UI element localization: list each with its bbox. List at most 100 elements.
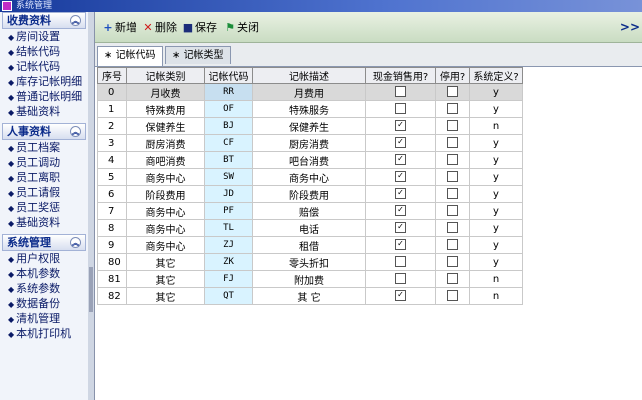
cash-sale-checkbox[interactable]: [395, 273, 406, 285]
cash-sale-checkbox[interactable]: ✓: [395, 222, 406, 234]
code-cell[interactable]: FJ: [204, 270, 253, 288]
disabled-checkbox[interactable]: [447, 120, 458, 132]
code-cell[interactable]: PF: [204, 202, 253, 220]
category-cell[interactable]: 商务中心: [126, 236, 205, 254]
table-row[interactable]: 0 月收费 RR 月费用 y: [97, 83, 523, 101]
sidebar-section-header[interactable]: 人事资料 ︽: [2, 123, 86, 140]
sidebar-item-data-backup[interactable]: ◆ 数据备份: [0, 296, 88, 311]
disabled-cell[interactable]: [435, 117, 470, 135]
cash-sale-cell[interactable]: [365, 83, 436, 101]
disabled-cell[interactable]: [435, 236, 470, 254]
cash-sale-checkbox[interactable]: ✓: [395, 154, 406, 166]
description-cell[interactable]: 电话: [252, 219, 366, 237]
sidebar-item-base-data[interactable]: ◆ 基础资料: [0, 104, 88, 119]
code-cell[interactable]: SW: [204, 168, 253, 186]
row-index-cell[interactable]: 1: [97, 100, 127, 118]
cash-sale-checkbox[interactable]: ✓: [395, 137, 406, 149]
sidebar-section-header[interactable]: 收费资料 ︽: [2, 12, 86, 29]
description-cell[interactable]: 附加费: [252, 270, 366, 288]
cash-sale-checkbox[interactable]: ✓: [395, 120, 406, 132]
collapse-chevron-icon[interactable]: ︽: [70, 126, 81, 137]
row-index-cell[interactable]: 6: [97, 185, 127, 203]
table-row[interactable]: 7 商务中心 PF 赔偿 ✓ y: [97, 202, 523, 220]
disabled-checkbox[interactable]: [447, 290, 458, 302]
tab-posting-types[interactable]: ∗ 记帐类型: [165, 46, 231, 64]
sidebar-item-user-permissions[interactable]: ◆ 用户权限: [0, 251, 88, 266]
table-row[interactable]: 3 厨房消费 CF 厨房消费 ✓ y: [97, 134, 523, 152]
disabled-cell[interactable]: [435, 202, 470, 220]
disabled-checkbox[interactable]: [447, 222, 458, 234]
cash-sale-cell[interactable]: ✓: [365, 151, 436, 169]
column-header[interactable]: 记帐代码: [204, 67, 253, 84]
row-index-cell[interactable]: 5: [97, 168, 127, 186]
sidebar-splitter[interactable]: [88, 12, 95, 400]
description-cell[interactable]: 零头折扣: [252, 253, 366, 271]
system-defined-cell[interactable]: y: [469, 168, 523, 186]
table-row[interactable]: 2 保健养生 BJ 保健养生 ✓ n: [97, 117, 523, 135]
disabled-cell[interactable]: [435, 270, 470, 288]
row-index-cell[interactable]: 9: [97, 236, 127, 254]
code-cell[interactable]: ZJ: [204, 236, 253, 254]
collapse-chevron-icon[interactable]: ︽: [70, 15, 81, 26]
row-index-cell[interactable]: 81: [97, 270, 127, 288]
column-header[interactable]: 序号: [97, 67, 127, 84]
tab-posting-codes[interactable]: ∗ 记帐代码: [97, 46, 163, 66]
disabled-checkbox[interactable]: [447, 256, 458, 268]
disabled-cell[interactable]: [435, 253, 470, 271]
category-cell[interactable]: 月收费: [126, 83, 205, 101]
system-defined-cell[interactable]: y: [469, 202, 523, 220]
description-cell[interactable]: 吧台消费: [252, 151, 366, 169]
description-cell[interactable]: 其 它: [252, 287, 366, 305]
cash-sale-cell[interactable]: ✓: [365, 287, 436, 305]
row-index-cell[interactable]: 3: [97, 134, 127, 152]
cash-sale-cell[interactable]: ✓: [365, 202, 436, 220]
system-defined-cell[interactable]: y: [469, 219, 523, 237]
cash-sale-checkbox[interactable]: ✓: [395, 239, 406, 251]
table-row[interactable]: 9 商务中心 ZJ 租借 ✓ y: [97, 236, 523, 254]
sidebar-item-general-posting-detail[interactable]: ◆ 普通记帐明细: [0, 89, 88, 104]
collapse-chevron-icon[interactable]: ︽: [70, 237, 81, 248]
cash-sale-cell[interactable]: ✓: [365, 134, 436, 152]
description-cell[interactable]: 商务中心: [252, 168, 366, 186]
sidebar-item-clearing-mgmt[interactable]: ◆ 清机管理: [0, 311, 88, 326]
description-cell[interactable]: 保健养生: [252, 117, 366, 135]
description-cell[interactable]: 特殊服务: [252, 100, 366, 118]
toolbar-overflow-chevron-icon[interactable]: >>: [620, 20, 640, 34]
disabled-checkbox[interactable]: [447, 154, 458, 166]
column-header[interactable]: 停用?: [435, 67, 470, 84]
cash-sale-checkbox[interactable]: ✓: [395, 171, 406, 183]
disabled-checkbox[interactable]: [447, 273, 458, 285]
description-cell[interactable]: 厨房消费: [252, 134, 366, 152]
disabled-checkbox[interactable]: [447, 137, 458, 149]
disabled-checkbox[interactable]: [447, 239, 458, 251]
system-defined-cell[interactable]: y: [469, 100, 523, 118]
row-index-cell[interactable]: 8: [97, 219, 127, 237]
category-cell[interactable]: 其它: [126, 287, 205, 305]
category-cell[interactable]: 商务中心: [126, 202, 205, 220]
description-cell[interactable]: 赔偿: [252, 202, 366, 220]
save-button[interactable]: ■ 保存: [181, 20, 217, 36]
category-cell[interactable]: 商务中心: [126, 219, 205, 237]
disabled-cell[interactable]: [435, 219, 470, 237]
column-header[interactable]: 系统定义?: [469, 67, 523, 84]
cash-sale-cell[interactable]: [365, 270, 436, 288]
disabled-cell[interactable]: [435, 134, 470, 152]
disabled-cell[interactable]: [435, 168, 470, 186]
system-defined-cell[interactable]: y: [469, 151, 523, 169]
sidebar-item-employee-records[interactable]: ◆ 员工档案: [0, 140, 88, 155]
disabled-checkbox[interactable]: [447, 171, 458, 183]
cash-sale-cell[interactable]: [365, 253, 436, 271]
code-cell[interactable]: CF: [204, 134, 253, 152]
disabled-checkbox[interactable]: [447, 103, 458, 115]
sidebar-item-employee-rewards[interactable]: ◆ 员工奖惩: [0, 200, 88, 215]
code-cell[interactable]: RR: [204, 83, 253, 101]
table-row[interactable]: 8 商务中心 TL 电话 ✓ y: [97, 219, 523, 237]
column-header[interactable]: 记帐描述: [252, 67, 366, 84]
cash-sale-cell[interactable]: ✓: [365, 168, 436, 186]
row-index-cell[interactable]: 0: [97, 83, 127, 101]
sidebar-item-stock-posting-detail[interactable]: ◆ 库存记帐明细: [0, 74, 88, 89]
category-cell[interactable]: 阶段费用: [126, 185, 205, 203]
cash-sale-checkbox[interactable]: [395, 256, 406, 268]
sidebar-item-posting-codes[interactable]: ◆ 记帐代码: [0, 59, 88, 74]
column-header[interactable]: 现金销售用?: [365, 67, 436, 84]
